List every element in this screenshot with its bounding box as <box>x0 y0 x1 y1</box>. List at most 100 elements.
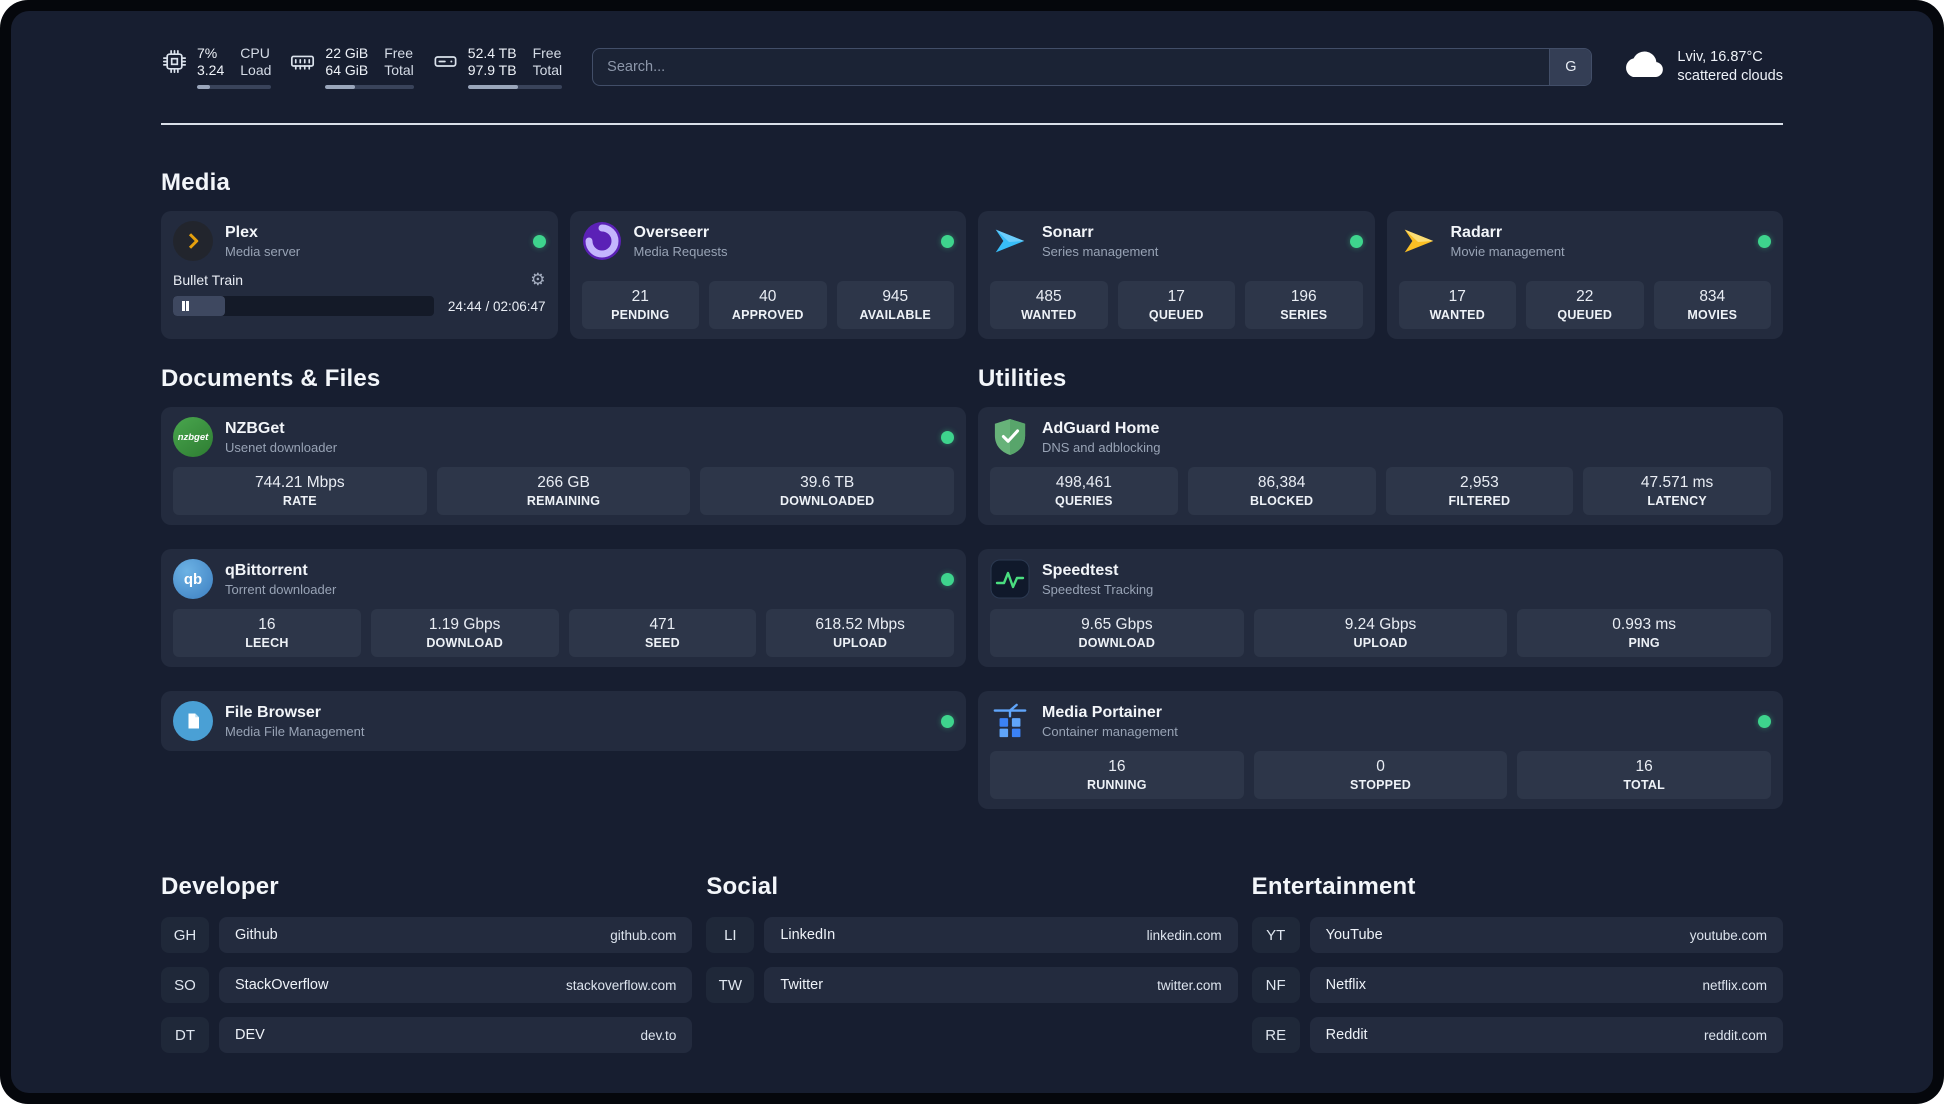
bookmark-twitter[interactable]: Twitter twitter.com <box>764 967 1238 1003</box>
stat-tile: 22 QUEUED <box>1526 281 1644 329</box>
stat-tile: 834 MOVIES <box>1653 281 1771 329</box>
app-name: Radarr <box>1450 223 1503 241</box>
app-desc: Speedtest Tracking <box>1042 581 1154 597</box>
status-dot <box>941 234 954 248</box>
stat-tile: 16 LEECH <box>173 609 361 657</box>
radarr-icon <box>1399 221 1439 261</box>
stat-tile: 485 WANTED <box>990 281 1108 329</box>
bookmark-abbr: TW <box>706 967 755 1003</box>
bookmark-netflix[interactable]: Netflix netflix.com <box>1309 967 1783 1003</box>
ram-label-1: Free <box>384 45 414 61</box>
section-title-entertainment: Entertainment <box>1251 873 1416 900</box>
cpu-icon <box>161 48 188 75</box>
status-dot <box>1349 234 1363 248</box>
speedtest-icon <box>990 559 1030 599</box>
stat-tile: 945 AVAILABLE <box>836 281 954 329</box>
section-title-documents: Documents & Files <box>161 365 381 392</box>
bookmark-row: NF Netflix netflix.com <box>1251 967 1783 1003</box>
app-frame: 7% 3.24 CPU Load 22 GiB 64 GiB Free Tota… <box>0 0 1944 1104</box>
app-card-overseerr[interactable]: Overseerr Media Requests 21 PENDING 40 APP… <box>569 211 966 339</box>
playback-progress-bar[interactable] <box>173 296 434 316</box>
bookmark-abbr: LI <box>706 917 755 953</box>
ram-free: 22 GiB <box>325 45 369 61</box>
status-dot <box>941 714 954 728</box>
filebrowser-icon <box>173 701 213 741</box>
stat-tile: 498,461 QUERIES <box>990 467 1178 515</box>
search-provider-button[interactable]: G <box>1549 49 1592 85</box>
bookmark-group-entertainment: Entertainment YT YouTube youtube.com NF N… <box>1251 873 1783 1053</box>
app-card-portainer[interactable]: Media Portainer Container management 16 R… <box>978 691 1783 809</box>
status-dot <box>532 234 546 248</box>
status-dot <box>941 572 954 586</box>
weather-widget[interactable]: Lviv, 16.87°C scattered clouds <box>1622 48 1783 86</box>
disk-widget: 52.4 TB 97.9 TB Free Total <box>432 45 563 89</box>
ram-label-2: Total <box>384 62 414 78</box>
sonarr-icon <box>990 221 1030 261</box>
app-card-adguard[interactable]: AdGuard Home DNS and adblocking 498,461 Q… <box>978 407 1783 525</box>
pause-icon[interactable] <box>182 301 189 311</box>
stat-tile: 1.19 Gbps DOWNLOAD <box>370 609 559 657</box>
homepage-dashboard: 7% 3.24 CPU Load 22 GiB 64 GiB Free Tota… <box>11 11 1933 1093</box>
app-desc: Media File Management <box>225 723 365 739</box>
ram-widget: 22 GiB 64 GiB Free Total <box>289 45 414 89</box>
stat-tile: 17 QUEUED <box>1117 281 1235 329</box>
bookmark-linkedin[interactable]: LinkedIn linkedin.com <box>764 917 1238 953</box>
status-dot <box>1758 234 1771 248</box>
stat-tile: 17 WANTED <box>1398 281 1516 329</box>
cpu-widget: 7% 3.24 CPU Load <box>161 45 272 89</box>
stat-tile: 39.6 TB DOWNLOADED <box>700 467 955 515</box>
bookmark-row: SO StackOverflow stackoverflow.com <box>161 967 693 1003</box>
weather-location: Lviv, 16.87°C <box>1677 49 1763 65</box>
bookmark-stackoverflow[interactable]: StackOverflow stackoverflow.com <box>219 967 693 1003</box>
app-desc: Container management <box>1042 723 1178 739</box>
bookmark-youtube[interactable]: YouTube youtube.com <box>1309 917 1783 953</box>
bookmark-abbr: GH <box>161 917 209 953</box>
stat-tile: 196 SERIES <box>1245 281 1363 329</box>
search-input[interactable] <box>592 48 1593 86</box>
bookmark-dev[interactable]: DEV dev.to <box>219 1017 693 1053</box>
bookmark-github[interactable]: Github github.com <box>219 917 693 953</box>
header-divider <box>161 123 1783 125</box>
ram-total: 64 GiB <box>325 62 369 78</box>
stat-tile: 618.52 Mbps UPLOAD <box>766 609 954 657</box>
section-title-media: Media <box>161 169 231 196</box>
cpu-meter <box>197 85 272 89</box>
cpu-label-2: Load <box>240 62 272 78</box>
bookmark-reddit[interactable]: Reddit reddit.com <box>1309 1017 1783 1053</box>
stat-tile: 86,384 BLOCKED <box>1187 467 1376 515</box>
app-card-radarr[interactable]: Radarr Movie management 17 WANTED 22 QUEUE… <box>1386 211 1783 339</box>
ram-icon <box>289 48 316 75</box>
cpu-label-1: CPU <box>240 45 270 61</box>
app-card-speedtest[interactable]: Speedtest Speedtest Tracking 9.65 Gbps DO… <box>978 549 1783 667</box>
app-name: AdGuard Home <box>1042 419 1160 437</box>
topbar: 7% 3.24 CPU Load 22 GiB 64 GiB Free Tota… <box>161 45 1783 89</box>
overseerr-icon <box>582 221 622 261</box>
section-title-developer: Developer <box>161 873 279 900</box>
stat-tile: 40 APPROVED <box>709 281 827 329</box>
search-bar: G <box>592 48 1593 86</box>
now-playing-title: Bullet Train <box>173 271 244 288</box>
app-name: Overseerr <box>633 223 710 241</box>
app-card-filebrowser[interactable]: File Browser Media File Management <box>161 691 966 751</box>
app-card-qbittorrent[interactable]: qb qBittorrent Torrent downloader 16 LEEC… <box>161 549 966 667</box>
stat-tile: 21 PENDING <box>581 281 699 329</box>
cpu-percent: 7% <box>197 45 218 61</box>
app-desc: Torrent downloader <box>225 581 337 597</box>
disk-icon <box>432 48 459 75</box>
app-name: Plex <box>225 223 258 241</box>
app-card-nzbget[interactable]: nzbget NZBGet Usenet downloader 744.21 M… <box>161 407 966 525</box>
bookmark-group-social: Social LI LinkedIn linkedin.com TW Twitte… <box>706 873 1238 1053</box>
app-name: Speedtest <box>1042 561 1119 579</box>
portainer-icon <box>990 701 1030 741</box>
disk-meter <box>467 85 563 89</box>
app-desc: Usenet downloader <box>225 439 338 455</box>
bookmark-row: TW Twitter twitter.com <box>706 967 1238 1003</box>
app-card-plex[interactable]: Plex Media server Bullet Train ⚙ 24:44 /… <box>161 211 558 339</box>
bookmark-abbr: RE <box>1251 1017 1300 1053</box>
stat-tile: 266 GB REMAINING <box>436 467 691 515</box>
gear-icon[interactable]: ⚙ <box>530 271 545 288</box>
app-card-sonarr[interactable]: Sonarr Series management 485 WANTED 17 QUE… <box>978 211 1375 339</box>
stat-tile: 9.24 Gbps UPLOAD <box>1253 609 1508 657</box>
bookmark-row: RE Reddit reddit.com <box>1251 1017 1783 1053</box>
stat-tile: 16 RUNNING <box>990 751 1244 799</box>
